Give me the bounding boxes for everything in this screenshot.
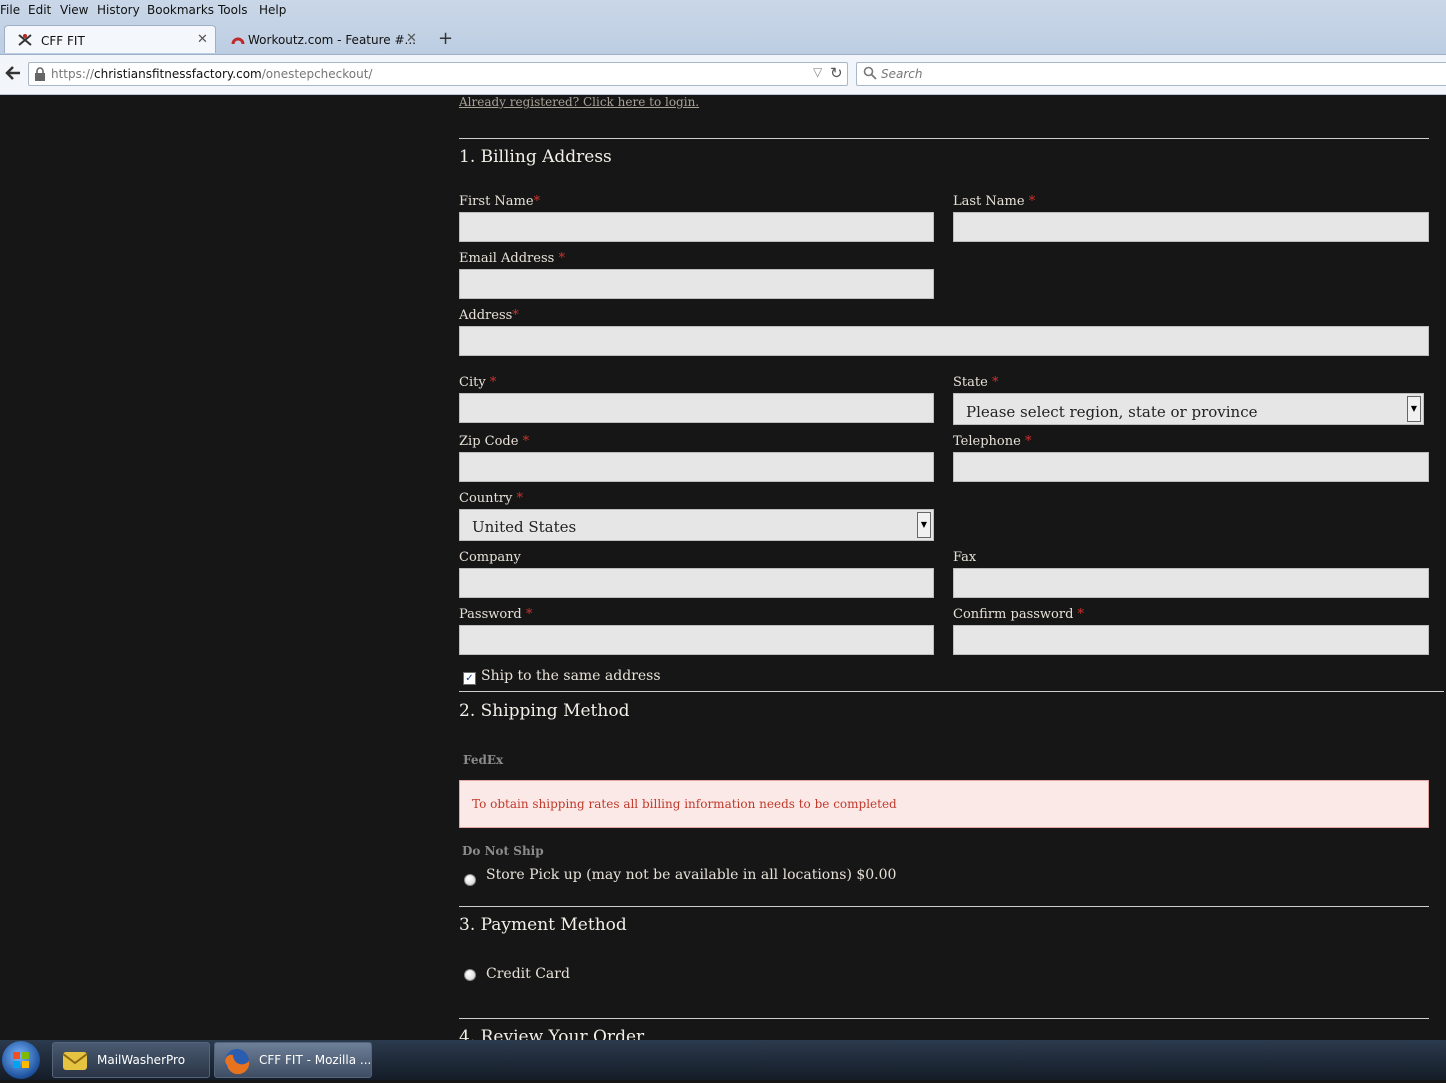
last-name-input[interactable]	[953, 212, 1429, 242]
new-tab-button[interactable]: +	[438, 28, 453, 49]
close-tab-icon[interactable]: ✕	[406, 31, 417, 46]
login-link[interactable]: Already registered? Click here to login.	[459, 95, 699, 109]
taskbar: MailWasherPro CFF FIT - Mozilla ...	[0, 1040, 1446, 1080]
fax-input[interactable]	[953, 568, 1429, 598]
taskbar-firefox[interactable]: CFF FIT - Mozilla ...	[214, 1042, 372, 1078]
start-button[interactable]	[2, 1041, 40, 1079]
country-select[interactable]: United States ▼	[459, 509, 934, 541]
store-pickup-radio[interactable]	[464, 874, 476, 886]
ship-same-checkbox[interactable]: ✓	[463, 672, 476, 685]
zip-label: Zip Code *	[459, 434, 530, 449]
zip-input[interactable]	[459, 452, 934, 482]
search-icon	[863, 66, 877, 83]
dropdown-arrow-icon[interactable]: ▼	[917, 512, 931, 538]
tab-cff-fit[interactable]: CFF FIT ✕	[4, 25, 216, 53]
credit-card-radio[interactable]	[464, 969, 476, 981]
state-selected-value: Please select region, state or province	[966, 403, 1258, 421]
menu-history[interactable]: History	[97, 3, 140, 17]
history-dropdown-icon[interactable]: ▽	[813, 65, 822, 79]
state-label: State *	[953, 375, 999, 390]
firefox-icon	[223, 1047, 251, 1078]
fax-label: Fax	[953, 550, 977, 565]
company-label: Company	[459, 550, 521, 565]
tab-label: Workoutz.com - Feature #...	[248, 33, 416, 47]
country-label: Country *	[459, 491, 523, 506]
country-selected-value: United States	[472, 518, 577, 536]
telephone-label: Telephone *	[953, 434, 1032, 449]
divider	[459, 138, 1429, 139]
first-name-label: First Name*	[459, 194, 541, 209]
menu-bar: File Edit View History Bookmarks Tools H…	[0, 0, 1446, 20]
navigation-bar: https://christiansfitnessfactory.com/one…	[0, 54, 1446, 95]
review-title: 4. Review Your Order	[459, 1027, 645, 1040]
search-box[interactable]: Search	[856, 62, 1446, 86]
reload-icon[interactable]: ↻	[830, 64, 843, 82]
tab-label: CFF FIT	[41, 34, 85, 48]
ship-same-label: Ship to the same address	[481, 668, 661, 684]
email-input[interactable]	[459, 269, 934, 299]
city-label: City *	[459, 375, 497, 390]
mail-icon	[61, 1048, 89, 1077]
carrier-do-not-ship: Do Not Ship	[462, 844, 544, 858]
menu-file[interactable]: File	[0, 3, 20, 17]
tab-workoutz[interactable]: Workoutz.com - Feature #... ✕	[218, 25, 428, 53]
taskbar-label: CFF FIT - Mozilla ...	[259, 1053, 372, 1067]
address-input[interactable]	[459, 326, 1429, 356]
password-input[interactable]	[459, 625, 934, 655]
menu-bookmarks[interactable]: Bookmarks	[147, 3, 214, 17]
store-pickup-label: Store Pick up (may not be available in a…	[486, 867, 897, 883]
checkout-page: Already registered? Click here to login.…	[0, 95, 1446, 1040]
taskbar-label: MailWasherPro	[97, 1053, 186, 1067]
last-name-label: Last Name *	[953, 194, 1036, 209]
taskbar-mailwasher[interactable]: MailWasherPro	[52, 1042, 210, 1078]
dumbbell-icon	[17, 32, 33, 48]
state-select[interactable]: Please select region, state or province …	[953, 393, 1424, 425]
carrier-fedex: FedEx	[463, 753, 504, 767]
url-bar[interactable]: https://christiansfitnessfactory.com/one…	[28, 62, 848, 86]
confirm-password-label: Confirm password *	[953, 607, 1085, 622]
menu-help[interactable]: Help	[259, 3, 286, 17]
email-label: Email Address *	[459, 251, 565, 266]
dropdown-arrow-icon[interactable]: ▼	[1407, 396, 1421, 422]
horseshoe-icon	[230, 31, 246, 47]
credit-card-label: Credit Card	[486, 966, 570, 982]
divider	[459, 1018, 1429, 1019]
shipping-notice-text: To obtain shipping rates all billing inf…	[472, 797, 897, 811]
password-label: Password *	[459, 607, 533, 622]
close-tab-icon[interactable]: ✕	[197, 32, 208, 47]
telephone-input[interactable]	[953, 452, 1429, 482]
shipping-title: 2. Shipping Method	[459, 701, 630, 721]
company-input[interactable]	[459, 568, 934, 598]
divider	[459, 691, 1444, 692]
search-placeholder: Search	[881, 67, 923, 81]
menu-tools[interactable]: Tools	[218, 3, 248, 17]
browser-chrome: File Edit View History Bookmarks Tools H…	[0, 0, 1446, 95]
tab-bar: CFF FIT ✕ Workoutz.com - Feature #... ✕ …	[0, 22, 1446, 54]
divider	[459, 906, 1429, 907]
shipping-notice: To obtain shipping rates all billing inf…	[459, 780, 1429, 828]
payment-title: 3. Payment Method	[459, 915, 627, 935]
first-name-input[interactable]	[459, 212, 934, 242]
city-input[interactable]	[459, 393, 934, 423]
back-arrow-icon[interactable]	[4, 64, 22, 86]
lock-icon	[34, 67, 46, 84]
address-label: Address*	[459, 308, 519, 323]
url-text: https://christiansfitnessfactory.com/one…	[51, 67, 373, 81]
billing-title: 1. Billing Address	[459, 147, 612, 167]
menu-view[interactable]: View	[60, 3, 88, 17]
confirm-password-input[interactable]	[953, 625, 1429, 655]
menu-edit[interactable]: Edit	[28, 3, 51, 17]
